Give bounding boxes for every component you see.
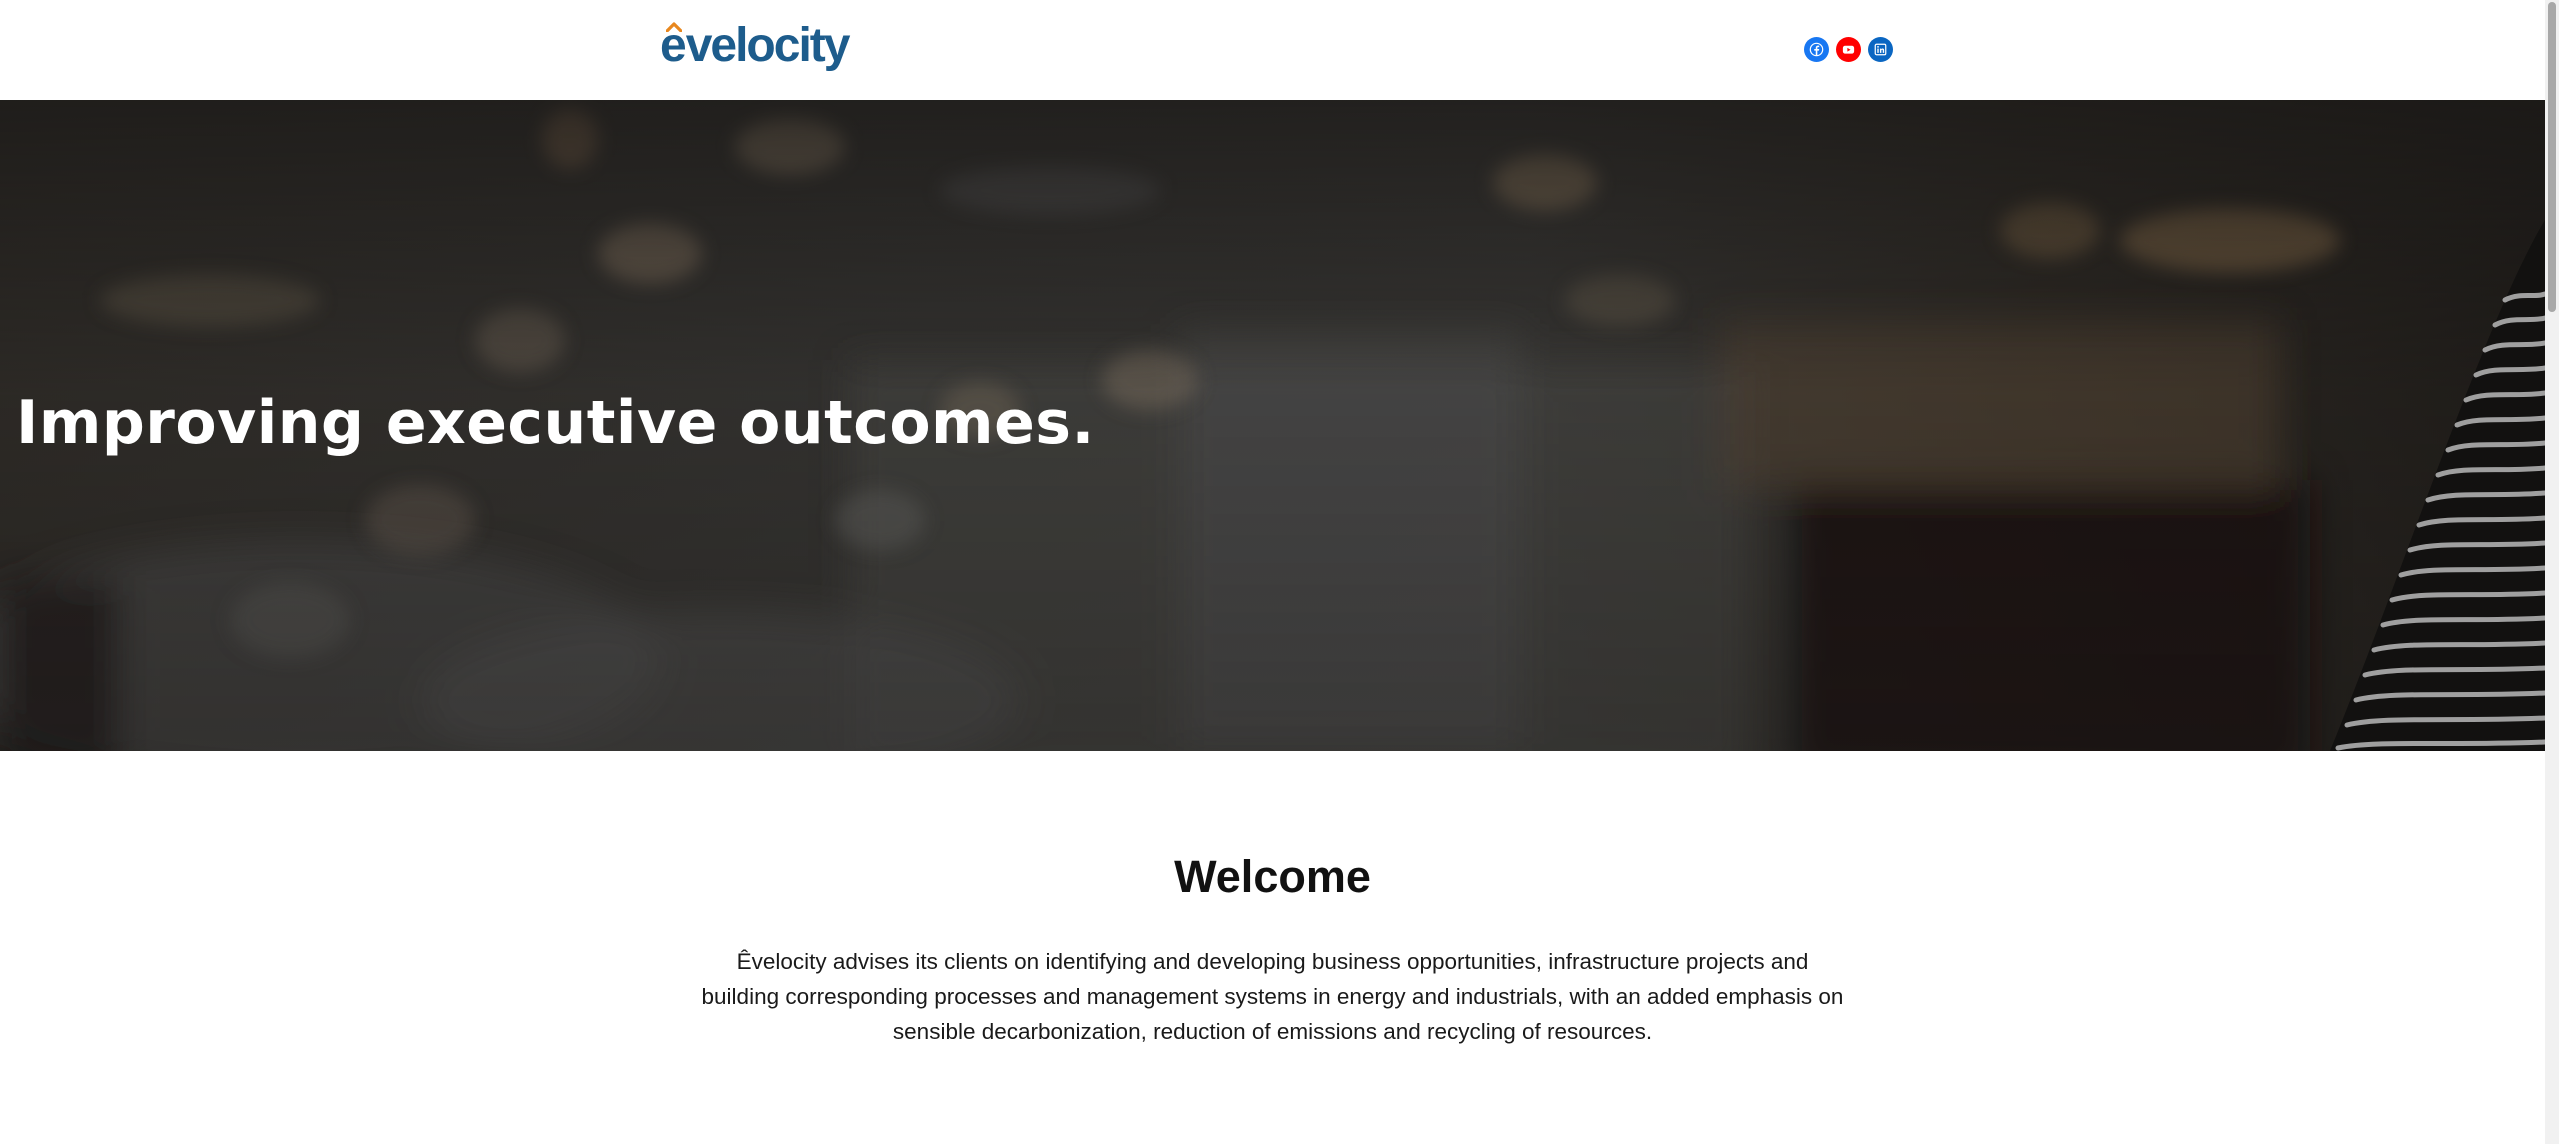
welcome-section: Welcome Êvelocity advises its clients on… [0, 751, 2545, 1144]
vertical-scrollbar[interactable] [2545, 0, 2559, 1144]
linkedin-icon [1874, 43, 1887, 56]
facebook-link[interactable] [1804, 37, 1829, 62]
page: e velocity Improving executive outcomes.… [0, 0, 2545, 1144]
hero-banner: Improving executive outcomes. [0, 100, 2545, 751]
site-logo[interactable]: e velocity [660, 18, 851, 74]
welcome-paragraph: Êvelocity advises its clients on identif… [701, 949, 1844, 1044]
scrollbar-thumb[interactable] [2548, 2, 2556, 312]
welcome-heading: Welcome [1174, 851, 1371, 902]
youtube-icon [1842, 45, 1855, 54]
hero-title: Improving executive outcomes. [16, 388, 1095, 458]
social-links [1804, 37, 1893, 62]
logo-mark: e [660, 19, 687, 72]
linkedin-link[interactable] [1868, 37, 1893, 62]
logo-caret-icon [666, 22, 682, 32]
site-header: e velocity [0, 0, 2545, 100]
facebook-icon [1809, 42, 1824, 57]
youtube-link[interactable] [1836, 37, 1861, 62]
logo-wordmark: velocity [685, 19, 851, 72]
